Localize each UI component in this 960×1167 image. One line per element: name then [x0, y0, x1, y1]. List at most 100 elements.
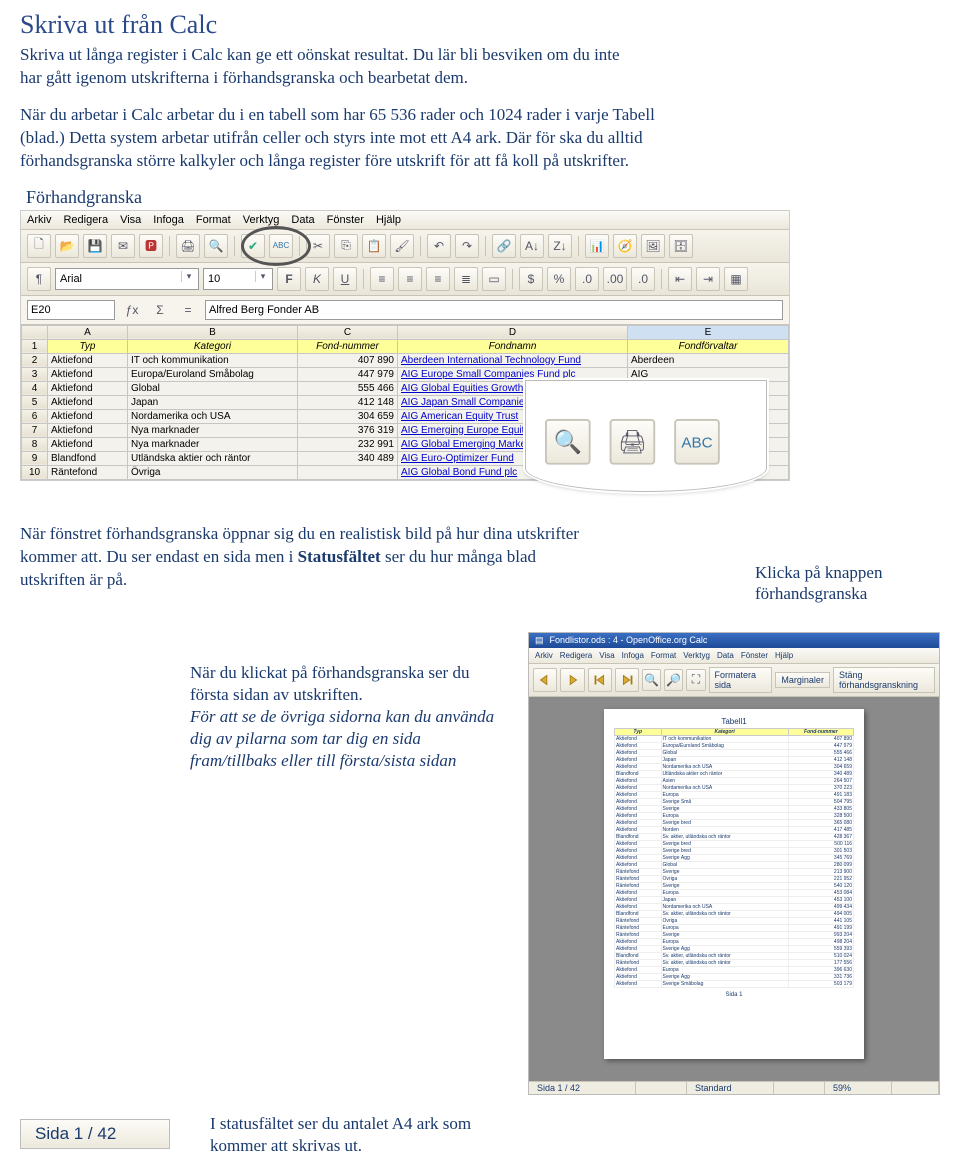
- row-header[interactable]: 9: [22, 451, 48, 465]
- menu-data[interactable]: Data: [717, 651, 734, 660]
- align-center-icon[interactable]: ≡: [398, 267, 422, 291]
- cell[interactable]: Aktiefond: [48, 353, 128, 367]
- align-justify-icon[interactable]: ≣: [454, 267, 478, 291]
- zoom-in-icon[interactable]: 🔍: [642, 669, 661, 691]
- fullscreen-icon[interactable]: ⛶: [686, 669, 705, 691]
- row-header[interactable]: 2: [22, 353, 48, 367]
- cell[interactable]: Typ: [48, 339, 128, 353]
- row-header[interactable]: 1: [22, 339, 48, 353]
- cell[interactable]: Nya marknader: [128, 437, 298, 451]
- cell[interactable]: Fondförvaltar: [628, 339, 789, 353]
- cell[interactable]: Övriga: [128, 465, 298, 479]
- margins-button[interactable]: Marginaler: [775, 672, 830, 688]
- cell[interactable]: [298, 465, 398, 479]
- cell[interactable]: Aberdeen: [628, 353, 789, 367]
- menu-arkiv[interactable]: Arkiv: [535, 651, 553, 660]
- formula-input[interactable]: [205, 300, 783, 320]
- cell[interactable]: 340 489: [298, 451, 398, 465]
- font-size-combo[interactable]: 10: [203, 268, 273, 290]
- chart-icon[interactable]: 📊: [585, 234, 609, 258]
- align-right-icon[interactable]: ≡: [426, 267, 450, 291]
- spellcheck-icon[interactable]: ✔: [241, 234, 265, 258]
- equals-icon[interactable]: =: [177, 299, 199, 321]
- email-icon[interactable]: ✉: [111, 234, 135, 258]
- cell[interactable]: Aktiefond: [48, 367, 128, 381]
- cell[interactable]: Utländska aktier och räntor: [128, 451, 298, 465]
- cell[interactable]: Aktiefond: [48, 423, 128, 437]
- copy-icon[interactable]: ⎘: [334, 234, 358, 258]
- borders-icon[interactable]: ▦: [724, 267, 748, 291]
- menu-hjalp[interactable]: Hjälp: [376, 214, 401, 226]
- sort-asc-icon[interactable]: A↓: [520, 234, 544, 258]
- cell[interactable]: Europa/Euroland Småbolag: [128, 367, 298, 381]
- function-wizard-icon[interactable]: ƒx: [121, 299, 143, 321]
- cell[interactable]: Nordamerika och USA: [128, 409, 298, 423]
- menu-verktyg[interactable]: Verktyg: [243, 214, 280, 226]
- format-page-button[interactable]: Formatera sida: [709, 667, 773, 693]
- prev-page-icon[interactable]: [533, 668, 557, 692]
- number-default-icon[interactable]: .0: [575, 267, 599, 291]
- row-header[interactable]: 5: [22, 395, 48, 409]
- row-header[interactable]: 3: [22, 367, 48, 381]
- next-page-icon[interactable]: [560, 668, 584, 692]
- menu-redigera[interactable]: Redigera: [560, 651, 592, 660]
- menu-fonster[interactable]: Fönster: [327, 214, 364, 226]
- datasource-icon[interactable]: 🗄: [669, 234, 693, 258]
- indent-dec-icon[interactable]: ⇤: [668, 267, 692, 291]
- hyperlink-icon[interactable]: 🔗: [492, 234, 516, 258]
- row-header[interactable]: 7: [22, 423, 48, 437]
- menu-visa[interactable]: Visa: [599, 651, 614, 660]
- cell[interactable]: Aktiefond: [48, 409, 128, 423]
- styles-icon[interactable]: ¶: [27, 267, 51, 291]
- cell[interactable]: 447 979: [298, 367, 398, 381]
- indent-inc-icon[interactable]: ⇥: [696, 267, 720, 291]
- new-doc-icon[interactable]: 🗋: [27, 234, 51, 258]
- col-header-c[interactable]: C: [298, 325, 398, 339]
- cell[interactable]: 232 991: [298, 437, 398, 451]
- cell[interactable]: Kategori: [128, 339, 298, 353]
- menu-visa[interactable]: Visa: [120, 214, 141, 226]
- sort-desc-icon[interactable]: Z↓: [548, 234, 572, 258]
- cell-reference-box[interactable]: [27, 300, 115, 320]
- abc-icon[interactable]: ABC: [269, 234, 293, 258]
- paste-icon[interactable]: 📋: [362, 234, 386, 258]
- row-header[interactable]: 10: [22, 465, 48, 479]
- menu-infoga[interactable]: Infoga: [153, 214, 184, 226]
- cell[interactable]: Blandfond: [48, 451, 128, 465]
- menu-redigera[interactable]: Redigera: [63, 214, 108, 226]
- menu-verktyg[interactable]: Verktyg: [683, 651, 710, 660]
- cell[interactable]: 376 319: [298, 423, 398, 437]
- first-page-icon[interactable]: [588, 668, 612, 692]
- cell[interactable]: Räntefond: [48, 465, 128, 479]
- cell[interactable]: 555 466: [298, 381, 398, 395]
- decimal-add-icon[interactable]: .00: [603, 267, 627, 291]
- row-header[interactable]: 6: [22, 409, 48, 423]
- last-page-icon[interactable]: [615, 668, 639, 692]
- sum-icon[interactable]: Σ: [149, 299, 171, 321]
- gallery-icon[interactable]: 🖼: [641, 234, 665, 258]
- undo-icon[interactable]: ↶: [427, 234, 451, 258]
- cell[interactable]: IT och kommunikation: [128, 353, 298, 367]
- cell[interactable]: Aktiefond: [48, 395, 128, 409]
- cell[interactable]: Fondnamn: [398, 339, 628, 353]
- cell[interactable]: Global: [128, 381, 298, 395]
- close-preview-button[interactable]: Stäng förhandsgranskning: [833, 667, 935, 693]
- print-icon[interactable]: 🖨: [176, 234, 200, 258]
- cell[interactable]: Aberdeen International Technology Fund: [398, 353, 628, 367]
- col-header-a[interactable]: A: [48, 325, 128, 339]
- cell[interactable]: Aktiefond: [48, 381, 128, 395]
- cell[interactable]: Nya marknader: [128, 423, 298, 437]
- zoom-out-icon[interactable]: 🔎: [664, 669, 683, 691]
- decimal-remove-icon[interactable]: .0: [631, 267, 655, 291]
- save-icon[interactable]: 💾: [83, 234, 107, 258]
- col-header-d[interactable]: D: [398, 325, 628, 339]
- menu-hjalp[interactable]: Hjälp: [775, 651, 793, 660]
- pdf-icon[interactable]: 🅿: [139, 234, 163, 258]
- menu-format[interactable]: Format: [196, 214, 231, 226]
- print-preview-icon[interactable]: 🔍: [204, 234, 228, 258]
- row-header[interactable]: 4: [22, 381, 48, 395]
- corner-cell[interactable]: [22, 325, 48, 339]
- navigator-icon[interactable]: 🧭: [613, 234, 637, 258]
- italic-icon[interactable]: K: [305, 267, 329, 291]
- cell[interactable]: 407 890: [298, 353, 398, 367]
